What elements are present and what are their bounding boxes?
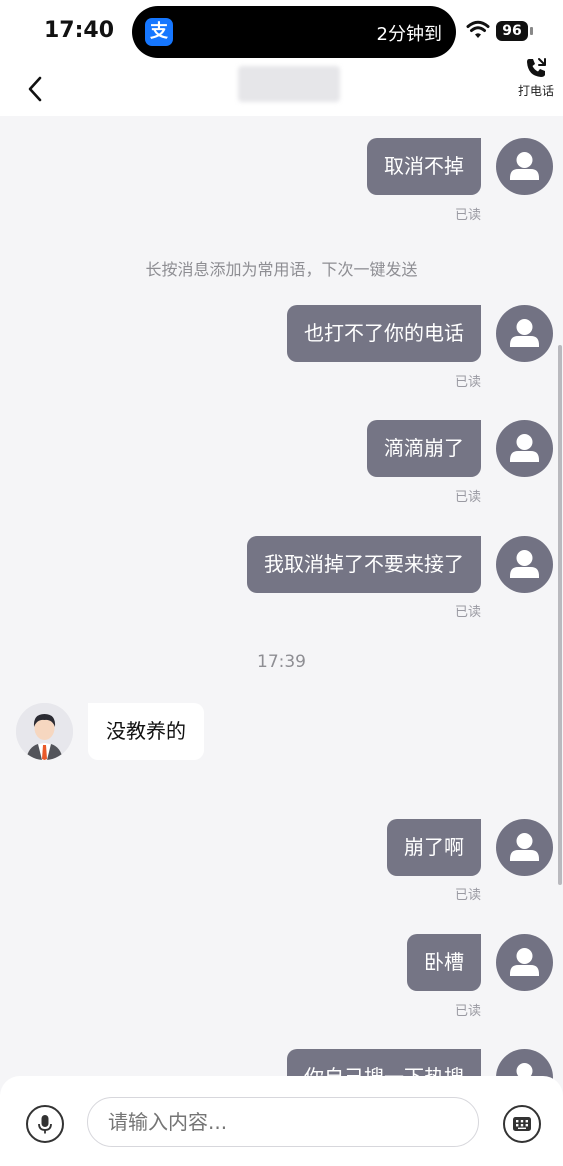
outgoing-message[interactable]: 我取消掉了不要来接了 — [247, 536, 481, 593]
user-silhouette-icon — [510, 948, 539, 976]
read-receipt: 已读 — [454, 490, 481, 505]
user-avatar[interactable] — [496, 536, 553, 593]
island-eta-text: 2分钟到 — [376, 24, 442, 45]
outgoing-message[interactable]: 崩了啊 — [387, 819, 481, 876]
input-bar — [0, 1076, 563, 1166]
message-row: 卧槽 — [407, 934, 553, 991]
message-input[interactable] — [87, 1097, 479, 1147]
voice-input-button[interactable] — [26, 1105, 64, 1143]
keyboard-grid-icon — [513, 1117, 531, 1131]
driver-avatar[interactable] — [16, 703, 73, 760]
man-avatar-icon — [16, 703, 73, 760]
quick-reply-hint: 长按消息添加为常用语，下次一键发送 — [145, 260, 418, 279]
message-row: 我取消掉了不要来接了 — [247, 536, 553, 593]
read-receipt: 已读 — [454, 605, 481, 620]
alipay-icon: 支 — [145, 18, 173, 46]
wifi-icon — [466, 20, 490, 38]
user-avatar[interactable] — [496, 934, 553, 991]
user-silhouette-icon — [510, 152, 539, 180]
battery-tip — [530, 27, 533, 35]
contact-name-blurred — [238, 66, 340, 102]
time-separator: 17:39 — [257, 652, 306, 672]
user-avatar[interactable] — [496, 420, 553, 477]
dynamic-island[interactable]: 支 2分钟到 — [132, 6, 456, 58]
read-receipt: 已读 — [454, 1004, 481, 1019]
outgoing-message[interactable]: 卧槽 — [407, 934, 481, 991]
incoming-message[interactable]: 没教养的 — [88, 703, 204, 760]
incoming-row: 没教养的 — [16, 703, 204, 760]
outgoing-message[interactable]: 滴滴崩了 — [367, 420, 481, 477]
phone-icon — [527, 58, 546, 77]
keyboard-toggle-button[interactable] — [503, 1105, 541, 1143]
user-silhouette-icon — [510, 319, 539, 347]
status-bar: 17:40 支 2分钟到 96 — [0, 0, 563, 62]
user-avatar[interactable] — [496, 138, 553, 195]
user-avatar[interactable] — [496, 305, 553, 362]
chat-area[interactable]: 取消不掉 已读 长按消息添加为常用语，下次一键发送 也打不了你的电话 已读 滴滴… — [0, 116, 563, 1106]
read-receipt: 已读 — [454, 208, 481, 223]
user-silhouette-icon — [510, 434, 539, 462]
user-silhouette-icon — [510, 550, 539, 578]
nav-bar: 打电话 — [0, 58, 563, 116]
read-receipt: 已读 — [454, 888, 481, 903]
battery-icon: 96 — [496, 21, 528, 41]
status-time: 17:40 — [44, 18, 115, 43]
back-button[interactable] — [18, 70, 52, 108]
outgoing-message[interactable]: 也打不了你的电话 — [287, 305, 481, 362]
message-row: 滴滴崩了 — [367, 420, 553, 477]
outgoing-message[interactable]: 取消不掉 — [367, 138, 481, 195]
call-label: 打电话 — [517, 84, 554, 98]
message-row: 也打不了你的电话 — [287, 305, 553, 362]
call-button[interactable]: 打电话 — [512, 56, 560, 100]
user-silhouette-icon — [510, 833, 539, 861]
chevron-left-icon — [28, 76, 42, 102]
message-row: 崩了啊 — [387, 819, 553, 876]
read-receipt: 已读 — [454, 375, 481, 390]
message-row: 取消不掉 — [367, 138, 553, 195]
user-avatar[interactable] — [496, 819, 553, 876]
microphone-icon — [38, 1115, 52, 1134]
scrollbar[interactable] — [558, 345, 562, 885]
